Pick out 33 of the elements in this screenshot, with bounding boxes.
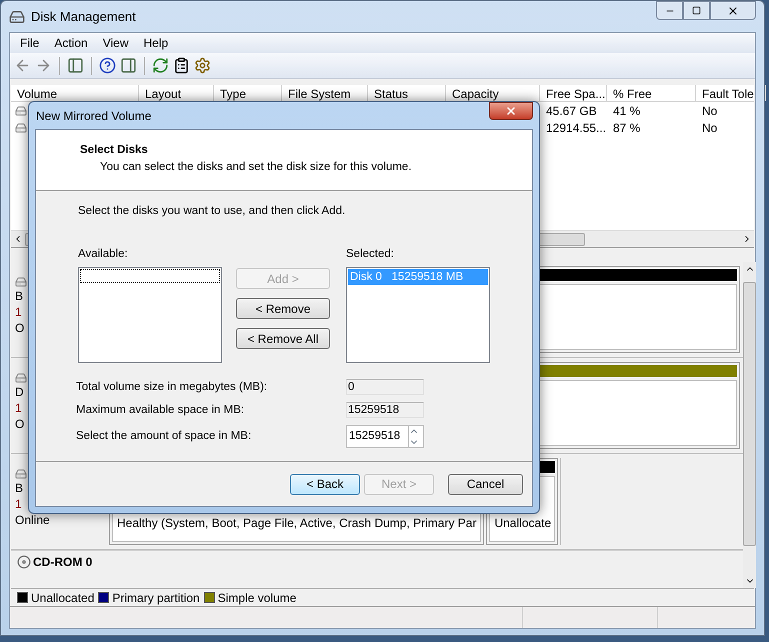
dialog-heading: Select Disks [80, 143, 149, 158]
legend-label: Primary partition [112, 590, 200, 606]
readonly-field: 15259518 [346, 402, 424, 418]
window-title: Disk Management [31, 8, 136, 26]
disk-label: 1 [15, 304, 22, 320]
legend-label: Simple volume [218, 590, 296, 606]
table-cell-text: 41 % [612, 102, 642, 120]
disk-label: O [15, 416, 24, 432]
field-label: Total volume size in megabytes (MB): [76, 380, 268, 394]
field-label: Select the amount of space in MB: [76, 428, 252, 444]
disk-name: CD-ROM 0 [33, 554, 92, 570]
disk-label: 1 [15, 496, 22, 512]
table-cell-text: No [701, 102, 718, 120]
disk-label: Online [15, 512, 50, 528]
legend-label: Unallocated [31, 590, 94, 606]
dialog-subheading: You can select the disks and set the disk size for this volume. [99, 160, 413, 176]
table-cell-text: 45.67 GB [545, 102, 598, 120]
disk-label: D [15, 384, 24, 400]
partition-status: Unallocate [494, 516, 552, 530]
partition-status: Healthy (System, Boot, Page File, Active, Crash Dump, Primary Par [117, 516, 476, 530]
disk-label: O [15, 320, 24, 336]
instruction-text: Select the disks you want to use, and then click Add. [78, 204, 346, 219]
disk-label: B [15, 288, 24, 304]
dialog-title: New Mirrored Volume [36, 108, 152, 124]
disk-label: 1 [15, 400, 22, 416]
list-label: Available: [78, 247, 129, 262]
table-cell-text: No [701, 120, 718, 136]
readonly-field: 0 [346, 379, 424, 396]
disk-label: B [15, 480, 24, 496]
list-label: Selected: [346, 247, 395, 262]
field-label: Maximum available space in MB: [76, 402, 246, 418]
table-cell-text: 87 % [612, 120, 642, 136]
table-cell-text: 12914.55... [545, 120, 607, 136]
